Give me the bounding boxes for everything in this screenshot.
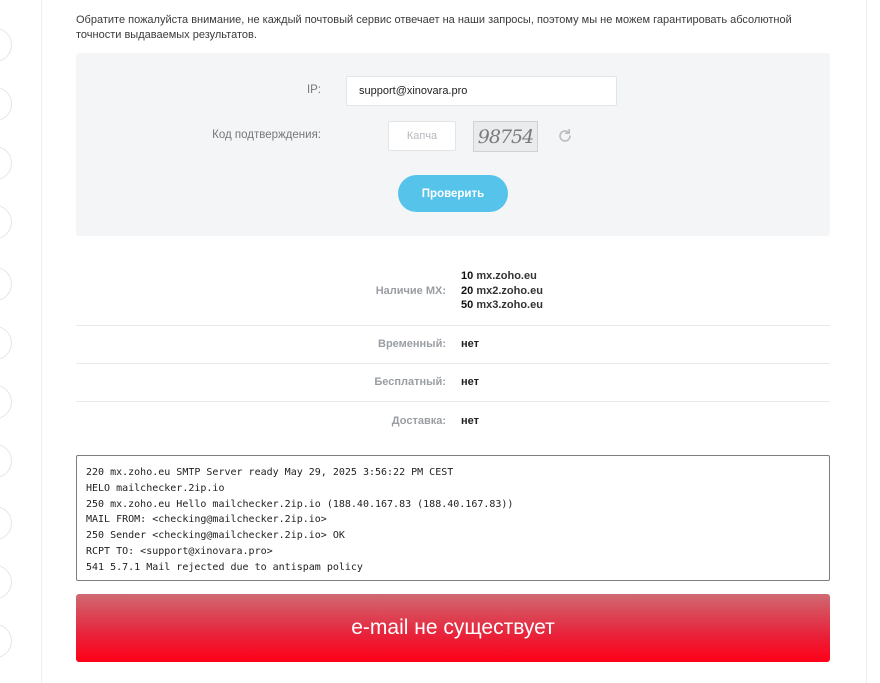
log-line: 250 mx.zoho.eu Hello mailchecker.2ip.io … [86, 498, 514, 510]
check-button[interactable]: Проверить [398, 175, 508, 212]
captcha-placeholder: Капча [406, 130, 438, 142]
captcha-input[interactable]: Капча [388, 121, 456, 151]
decor-circle [0, 87, 12, 121]
ip-input-value: support@xinovara.pro [359, 85, 468, 97]
decor-circle [0, 28, 12, 62]
free-label: Бесплатный: [374, 376, 446, 388]
refresh-icon[interactable] [556, 127, 574, 145]
log-line: MAIL FROM: <checking@mailchecker.2ip.io> [86, 514, 327, 526]
mx-label: Наличие MX: [375, 285, 446, 297]
log-line: 220 mx.zoho.eu SMTP Server ready May 29,… [86, 467, 454, 478]
decor-circle [0, 444, 12, 478]
ip-input[interactable]: support@xinovara.pro [346, 76, 617, 106]
result-banner: e-mail не существует [76, 594, 830, 662]
temporary-label: Временный: [378, 338, 446, 350]
result-row-free: Бесплатный: нет [76, 364, 830, 402]
log-line: HELO mailchecker.2ip.io [86, 482, 225, 494]
captcha-image: 98754 [473, 121, 538, 152]
smtp-log[interactable]: 220 mx.zoho.eu SMTP Server ready May 29,… [76, 455, 830, 581]
mx-record: 20 mx2.zoho.eu [461, 284, 543, 297]
mx-record: 10 mx.zoho.eu [461, 270, 537, 282]
results-table: Наличие MX: 10 mx.zoho.eu 20 mx2.zoho.eu… [76, 263, 830, 440]
right-divider [866, 0, 867, 683]
decor-circle [0, 385, 12, 419]
decor-circle [0, 205, 12, 239]
captcha-label: Код подтверждения: [212, 129, 321, 141]
log-line: 250 Sender <checking@mailchecker.2ip.io>… [86, 530, 345, 542]
mx-records: 10 mx.zoho.eu 20 mx2.zoho.eu 50 mx3.zoho… [461, 269, 543, 313]
log-line: RCPT TO: <support@xinovara.pro> [86, 545, 273, 557]
captcha-image-text: 98754 [477, 125, 534, 148]
decor-circle [0, 267, 12, 301]
check-form: IP: support@xinovara.pro Код подтвержден… [76, 53, 830, 236]
result-text: e-mail не существует [351, 616, 555, 639]
left-decoration [0, 0, 42, 683]
result-row-mx: Наличие MX: 10 mx.zoho.eu 20 mx2.zoho.eu… [76, 263, 830, 326]
notice-text: Обратите пожалуйста внимание, не каждый … [76, 14, 792, 41]
decor-circle [0, 565, 12, 599]
delivery-label: Доставка: [391, 415, 446, 427]
result-row-delivery: Доставка: нет [76, 402, 830, 440]
decor-circle [0, 624, 12, 658]
mx-record: 50 mx3.zoho.eu [461, 299, 543, 311]
free-value: нет [461, 376, 480, 388]
decor-circle [0, 326, 12, 360]
ip-label: IP: [306, 84, 321, 96]
decor-circle [0, 146, 12, 180]
result-row-temporary: Временный: нет [76, 326, 830, 364]
delivery-value: нет [461, 415, 480, 427]
temporary-value: нет [461, 338, 480, 350]
decor-circle [0, 506, 12, 540]
log-line: 541 5.7.1 Mail rejected due to antispam … [86, 561, 363, 573]
